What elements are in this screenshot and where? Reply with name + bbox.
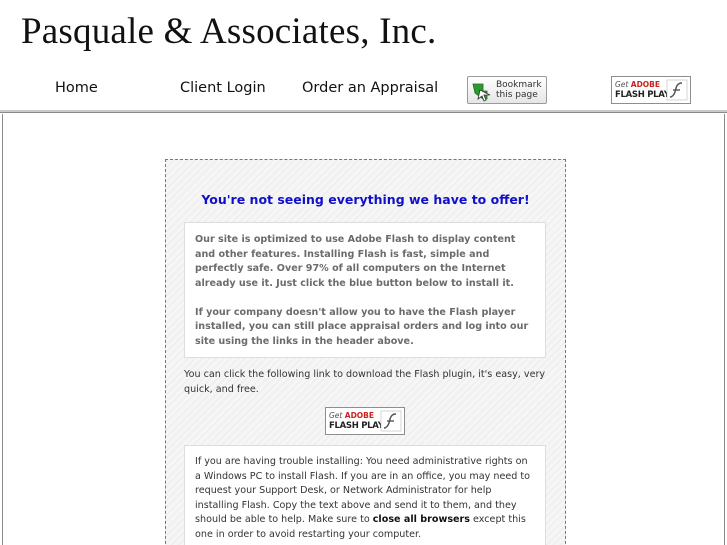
header-divider [0,110,727,113]
flash-badge-get-word: Get [615,80,629,89]
install-trouble-box: If you are having trouble installing: Yo… [184,445,546,545]
bookmark-label-line2: this page [496,90,538,100]
bookmark-button[interactable]: Bookmark this page [467,76,547,104]
site-title: Pasquale & Associates, Inc. [21,11,437,52]
flash-badge-adobe-word: ADOBE [630,80,661,89]
bookmark-label-line1: Bookmark [496,80,542,90]
flash-badge-get-text: Get ADOBE [615,80,660,89]
flash-download-get-text: Get ADOBE [329,411,374,420]
flash-info-paragraph-1: Our site is optimized to use Adobe Flash… [195,234,516,289]
flash-notice-heading: You're not seeing everything we have to … [201,192,530,207]
get-flash-player-header-badge[interactable]: Get ADOBE FLASH PLAYER [611,76,691,104]
nav-home-link[interactable]: Home [55,80,98,96]
flash-logo-icon [380,410,402,432]
flash-logo-icon [666,79,688,101]
flash-info-box: Our site is optimized to use Adobe Flash… [184,222,546,358]
download-instructions: You can click the following link to down… [184,369,546,395]
nav-client-login-link[interactable]: Client Login [180,80,266,96]
nav-order-appraisal-link[interactable]: Order an Appraisal [302,80,438,96]
trouble-text-bold: close all browsers [372,514,470,526]
flash-info-paragraph-2: If your company doesn't allow you to hav… [195,306,529,348]
bookmark-arrow-icon [472,83,491,102]
flash-download-adobe-word: ADOBE [344,411,375,420]
flash-notice-panel: You're not seeing everything we have to … [165,159,566,545]
flash-download-get-word: Get [329,411,343,420]
get-flash-player-download-button[interactable]: Get ADOBE FLASH PLAYER [325,407,405,435]
install-trouble-text: If you are having trouble installing: Yo… [195,455,536,543]
bookmark-label: Bookmark this page [496,80,546,100]
